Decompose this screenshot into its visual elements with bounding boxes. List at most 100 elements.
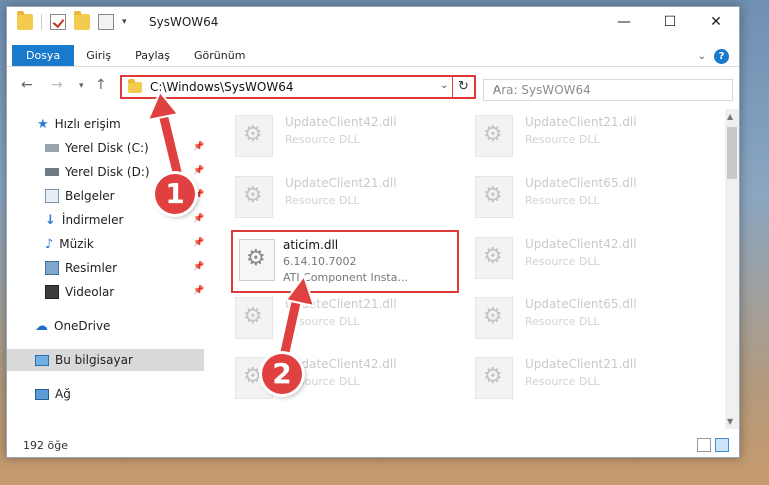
sidebar-item-label: OneDrive <box>54 319 111 333</box>
file-name: UpdateClient42.dll <box>285 357 397 371</box>
file-name: UpdateClient21.dll <box>525 357 637 371</box>
forward-arrow-icon[interactable]: → <box>51 77 63 93</box>
list-item[interactable]: UpdateClient65.dll Resource DLL <box>469 293 694 343</box>
navigation-pane: ★ Hızlı erişim Yerel Disk (C:) 📌 Yerel D… <box>7 109 207 429</box>
sidebar-item-label: Resimler <box>65 261 118 275</box>
dll-file-icon <box>235 176 273 218</box>
properties-check-icon[interactable] <box>50 14 66 30</box>
minimize-button[interactable]: — <box>601 7 647 37</box>
file-name: UpdateClient21.dll <box>285 176 397 190</box>
vertical-scrollbar[interactable]: ▲ ▼ <box>725 109 739 429</box>
highlighted-file-aticim[interactable]: aticim.dll 6.14.10.7002 ATI Component In… <box>231 230 459 293</box>
scroll-down-icon[interactable]: ▼ <box>727 417 733 426</box>
dll-file-icon <box>235 297 273 339</box>
music-icon: ♪ <box>45 236 54 252</box>
close-button[interactable]: ✕ <box>693 7 739 37</box>
file-description: Resource DLL <box>525 315 600 328</box>
pin-icon[interactable]: 📌 <box>193 142 204 152</box>
file-description: Resource DLL <box>525 194 600 207</box>
list-item[interactable]: UpdateClient42.dll Resource DLL <box>469 233 694 283</box>
pin-icon[interactable]: 📌 <box>193 166 204 176</box>
tab-home[interactable]: Giriş <box>74 45 123 66</box>
file-description: ATI Component Insta... <box>283 271 408 284</box>
ribbon-tabs: Dosya Giriş Paylaş Görünüm <box>7 45 739 67</box>
list-item[interactable]: UpdateClient21.dll Resource DLL <box>229 172 454 222</box>
navigation-bar: ← → ▾ ↑ C:\Windows\SysWOW64 ⌄ ↻ Ara: Sys… <box>7 71 739 103</box>
tab-share[interactable]: Paylaş <box>123 45 182 66</box>
file-name: aticim.dll <box>283 238 339 252</box>
sidebar-item-network[interactable]: Ağ <box>7 383 207 405</box>
sidebar-item-music[interactable]: ♪ Müzik 📌 <box>7 233 207 255</box>
dll-file-icon <box>475 237 513 279</box>
item-count: 192 öğe <box>23 439 68 452</box>
scrollbar-thumb[interactable] <box>727 127 737 179</box>
step-2-badge: 2 <box>262 354 302 394</box>
expand-ribbon-icon[interactable]: ⌄ <box>698 51 706 62</box>
tab-view[interactable]: Görünüm <box>182 45 257 66</box>
sidebar-item-label: Ağ <box>55 387 71 401</box>
status-bar: 192 öğe <box>7 435 739 457</box>
address-bar[interactable]: C:\Windows\SysWOW64 ⌄ ↻ <box>120 75 476 99</box>
dll-file-icon <box>235 115 273 157</box>
maximize-button[interactable]: ☐ <box>647 7 693 37</box>
pin-icon[interactable]: 📌 <box>193 214 204 224</box>
file-description: Resource DLL <box>525 255 600 268</box>
file-name: UpdateClient21.dll <box>525 115 637 129</box>
recent-locations-chevron-icon[interactable]: ▾ <box>79 81 84 91</box>
sidebar-item-this-pc[interactable]: Bu bilgisayar <box>7 349 204 371</box>
folder-icon <box>17 11 33 30</box>
dll-file-icon <box>475 297 513 339</box>
file-name: UpdateClient65.dll <box>525 176 637 190</box>
file-name: UpdateClient42.dll <box>525 237 637 251</box>
new-folder-icon[interactable] <box>74 11 90 30</box>
file-description: Resource DLL <box>525 375 600 388</box>
chevron-down-icon[interactable]: ▾ <box>122 17 127 27</box>
back-arrow-icon[interactable]: ← <box>21 77 33 93</box>
search-input[interactable]: Ara: SysWOW64 ⌕ <box>483 79 733 101</box>
list-item[interactable]: UpdateClient21.dll Resource DLL <box>469 353 694 403</box>
refresh-icon[interactable]: ↻ <box>452 75 474 99</box>
step-1-badge: 1 <box>155 174 195 214</box>
address-dropdown-icon[interactable]: ⌄ <box>440 80 448 91</box>
sidebar-item-pictures[interactable]: Resimler 📌 <box>7 257 207 279</box>
list-item[interactable]: UpdateClient65.dll Resource DLL <box>469 172 694 222</box>
dll-file-icon <box>239 239 275 281</box>
pictures-icon <box>45 261 59 275</box>
window-controls: — ☐ ✕ <box>601 7 739 37</box>
dll-file-icon <box>475 176 513 218</box>
list-item[interactable]: UpdateClient21.dll Resource DLL <box>469 111 694 161</box>
download-icon: ↓ <box>45 212 56 228</box>
file-version: 6.14.10.7002 <box>283 255 357 268</box>
up-arrow-icon[interactable]: ↑ <box>95 77 107 93</box>
file-description: Resource DLL <box>285 315 360 328</box>
file-name: UpdateClient65.dll <box>525 297 637 311</box>
file-description: Resource DLL <box>285 194 360 207</box>
toolbar-divider <box>41 14 42 30</box>
pin-icon[interactable]: 📌 <box>193 286 204 296</box>
network-icon <box>35 388 49 400</box>
pin-icon[interactable]: 📌 <box>193 238 204 248</box>
tab-file[interactable]: Dosya <box>12 45 75 66</box>
star-icon: ★ <box>37 116 49 132</box>
list-item[interactable]: UpdateClient21.dll Resource DLL <box>229 293 454 343</box>
customize-toolbar-icon[interactable] <box>98 14 114 30</box>
dll-file-icon <box>475 357 513 399</box>
sidebar-item-label: Belgeler <box>65 189 115 203</box>
file-name: UpdateClient21.dll <box>285 297 397 311</box>
large-icons-view-icon[interactable] <box>715 438 729 452</box>
sidebar-item-label: Bu bilgisayar <box>55 353 133 367</box>
sidebar-item-local-disk-c[interactable]: Yerel Disk (C:) 📌 <box>7 137 207 159</box>
file-name: UpdateClient42.dll <box>285 115 397 129</box>
video-icon <box>45 285 59 299</box>
details-view-icon[interactable] <box>697 438 711 452</box>
scroll-up-icon[interactable]: ▲ <box>727 112 733 121</box>
pin-icon[interactable]: 📌 <box>193 262 204 272</box>
sidebar-item-quick-access[interactable]: ★ Hızlı erişim <box>7 113 207 135</box>
sidebar-item-onedrive[interactable]: ☁ OneDrive <box>7 315 207 337</box>
sidebar-item-label: Hızlı erişim <box>54 117 121 131</box>
search-icon[interactable]: ⌕ <box>493 81 726 97</box>
address-path[interactable]: C:\Windows\SysWOW64 <box>150 80 294 94</box>
sidebar-item-videos[interactable]: Videolar 📌 <box>7 281 207 303</box>
list-item[interactable]: UpdateClient42.dll Resource DLL <box>229 111 454 161</box>
help-icon[interactable]: ? <box>714 49 729 64</box>
